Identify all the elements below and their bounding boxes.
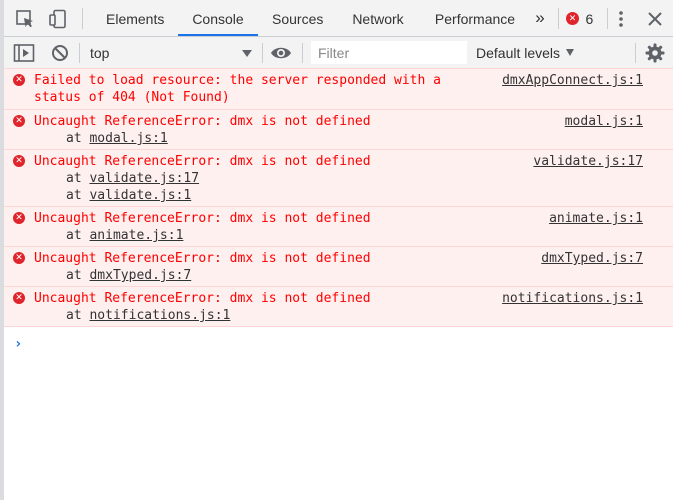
error-circle-icon: ✕ bbox=[13, 212, 25, 224]
error-circle-icon: ✕ bbox=[13, 292, 25, 304]
stack-prefix: at bbox=[66, 268, 82, 283]
error-text: Uncaught ReferenceError: dmx is not defi… bbox=[34, 211, 371, 226]
stack-link[interactable]: modal.js:1 bbox=[89, 131, 167, 146]
toolbar-divider bbox=[79, 43, 80, 63]
console-messages: ✕ Failed to load resource: the server re… bbox=[4, 68, 673, 327]
toolbar-divider bbox=[262, 43, 263, 63]
error-counter[interactable]: ✕ 6 bbox=[566, 10, 593, 28]
tab-elements[interactable]: Elements bbox=[92, 0, 178, 36]
stack-frame: at animate.js:1 bbox=[34, 227, 673, 244]
log-levels-dropdown[interactable]: Default levels bbox=[476, 42, 575, 64]
stack-link[interactable]: notifications.js:1 bbox=[89, 308, 230, 323]
context-selector[interactable]: top bbox=[86, 42, 254, 64]
source-link[interactable]: modal.js:1 bbox=[565, 113, 643, 130]
more-tabs-icon[interactable]: » bbox=[528, 0, 552, 36]
toolbar-divider bbox=[607, 8, 608, 29]
kebab-menu-icon[interactable] bbox=[611, 9, 631, 29]
source-link[interactable]: dmxTyped.js:7 bbox=[541, 250, 643, 267]
stack-prefix: at bbox=[66, 188, 82, 203]
console-error-message: ✕ Failed to load resource: the server re… bbox=[4, 68, 673, 110]
stack-frame: at modal.js:1 bbox=[34, 130, 673, 147]
sidebar-toggle-icon[interactable] bbox=[13, 43, 35, 63]
stack-prefix: at bbox=[66, 131, 82, 146]
console-error-message: ✕ Uncaught ReferenceError: dmx is not de… bbox=[4, 246, 673, 287]
console-error-message: ✕ Uncaught ReferenceError: dmx is not de… bbox=[4, 286, 673, 327]
console-error-message: ✕ Uncaught ReferenceError: dmx is not de… bbox=[4, 206, 673, 247]
inspect-element-icon[interactable] bbox=[15, 9, 35, 29]
stack-frame: at validate.js:1 bbox=[34, 187, 673, 204]
error-circle-icon: ✕ bbox=[13, 74, 25, 86]
toolbar-divider bbox=[558, 8, 559, 29]
error-text: Failed to load resource: the server resp… bbox=[34, 73, 449, 105]
log-levels-label: Default levels bbox=[476, 45, 561, 61]
error-circle-icon: ✕ bbox=[13, 155, 25, 167]
error-text: Uncaught ReferenceError: dmx is not defi… bbox=[34, 154, 371, 169]
close-icon[interactable] bbox=[645, 9, 665, 29]
source-link[interactable]: dmxAppConnect.js:1 bbox=[502, 72, 643, 89]
error-badge-icon: ✕ bbox=[566, 12, 579, 26]
error-text: Uncaught ReferenceError: dmx is not defi… bbox=[34, 291, 371, 306]
error-text: Uncaught ReferenceError: dmx is not defi… bbox=[34, 251, 371, 266]
stack-prefix: at bbox=[66, 171, 82, 186]
error-text: Uncaught ReferenceError: dmx is not defi… bbox=[34, 114, 371, 129]
console-filter-bar: top Default levels bbox=[4, 37, 673, 69]
error-count: 6 bbox=[585, 10, 594, 27]
device-toolbar-icon[interactable] bbox=[48, 9, 68, 29]
devtools-tab-bar: Elements Console Sources Network Perform… bbox=[4, 0, 673, 37]
source-link[interactable]: animate.js:1 bbox=[549, 210, 643, 227]
tab-sources[interactable]: Sources bbox=[258, 0, 336, 36]
chevron-down-icon bbox=[566, 49, 575, 56]
error-circle-icon: ✕ bbox=[13, 115, 25, 127]
tab-console[interactable]: Console bbox=[178, 0, 258, 36]
filter-input[interactable] bbox=[311, 41, 467, 64]
tab-performance[interactable]: Performance bbox=[420, 0, 530, 36]
console-prompt-icon[interactable]: › bbox=[14, 336, 22, 352]
toolbar-divider bbox=[635, 43, 636, 63]
toolbar-divider bbox=[82, 8, 83, 29]
stack-prefix: at bbox=[66, 308, 82, 323]
source-link[interactable]: validate.js:17 bbox=[533, 153, 643, 170]
stack-frame: at dmxTyped.js:7 bbox=[34, 267, 673, 284]
console-error-message: ✕ Uncaught ReferenceError: dmx is not de… bbox=[4, 109, 673, 150]
source-link[interactable]: notifications.js:1 bbox=[502, 290, 643, 307]
stack-link[interactable]: dmxTyped.js:7 bbox=[89, 268, 191, 283]
stack-link[interactable]: validate.js:1 bbox=[89, 188, 191, 203]
eye-icon[interactable] bbox=[270, 44, 292, 62]
context-value: top bbox=[90, 45, 110, 61]
console-error-message: ✕ Uncaught ReferenceError: dmx is not de… bbox=[4, 149, 673, 207]
chevron-down-icon bbox=[242, 50, 252, 57]
tab-network[interactable]: Network bbox=[336, 0, 420, 36]
stack-frame: at validate.js:17 bbox=[34, 170, 673, 187]
stack-link[interactable]: animate.js:1 bbox=[89, 228, 183, 243]
toolbar-divider bbox=[302, 43, 303, 63]
stack-prefix: at bbox=[66, 228, 82, 243]
clear-console-icon[interactable] bbox=[50, 43, 70, 63]
stack-frame: at notifications.js:1 bbox=[34, 307, 673, 324]
settings-gear-icon[interactable] bbox=[645, 43, 665, 63]
error-circle-icon: ✕ bbox=[13, 252, 25, 264]
stack-link[interactable]: validate.js:17 bbox=[89, 171, 199, 186]
